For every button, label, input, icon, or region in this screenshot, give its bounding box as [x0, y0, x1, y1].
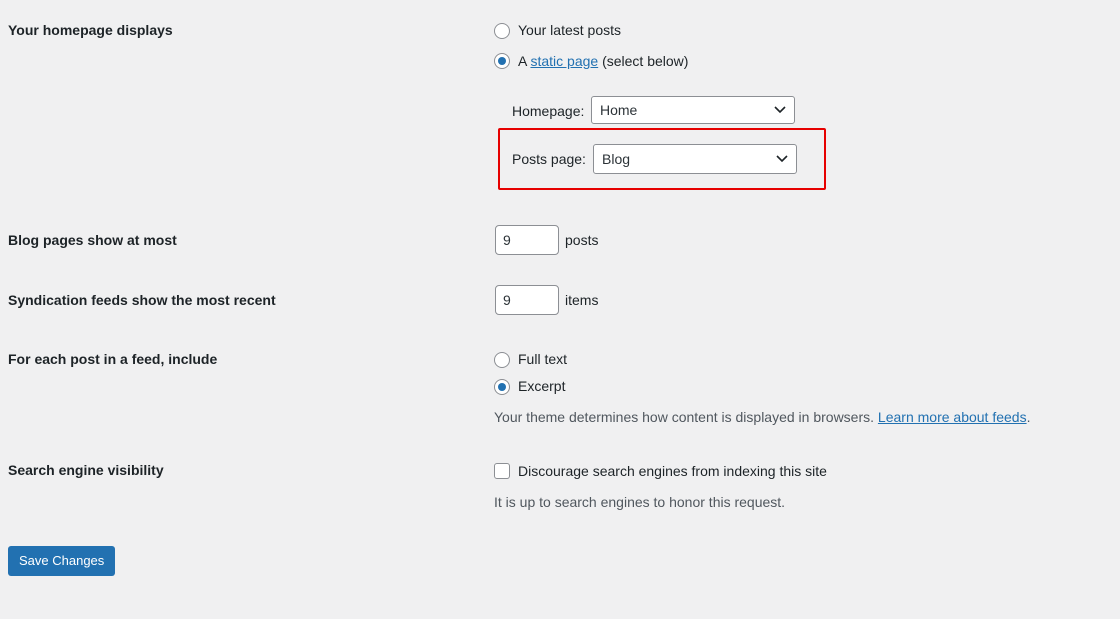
static-page-option: A static page (select below) [518, 51, 688, 71]
feed-include-label: For each post in a feed, include [8, 351, 218, 367]
excerpt-radio[interactable] [494, 379, 510, 395]
feed-description-suffix: . [1026, 409, 1031, 425]
feed-description-text: Your theme determines how content is dis… [494, 409, 875, 425]
blog-pages-input[interactable]: 9 [495, 225, 559, 255]
static-page-prefix: A [518, 53, 527, 69]
homepage-select-label: Homepage: [512, 103, 585, 119]
full-text-label[interactable]: Full text [518, 349, 567, 369]
homepage-select-value: Home [600, 102, 638, 118]
excerpt-label[interactable]: Excerpt [518, 376, 565, 396]
homepage-displays-label: Your homepage displays [8, 22, 173, 38]
discourage-search-checkbox[interactable] [494, 463, 510, 479]
latest-posts-radio[interactable] [494, 23, 510, 39]
posts-page-select[interactable]: Blog [593, 144, 797, 174]
feed-description: Your theme determines how content is dis… [494, 407, 1030, 427]
blog-pages-label: Blog pages show at most [8, 232, 177, 248]
learn-more-feeds-link[interactable]: Learn more about feeds [878, 409, 1027, 425]
syndication-label: Syndication feeds show the most recent [8, 292, 276, 308]
syndication-unit: items [565, 292, 599, 308]
search-visibility-description: It is up to search engines to honor this… [494, 494, 786, 510]
homepage-select[interactable]: Home [591, 96, 795, 124]
posts-page-select-value: Blog [602, 151, 631, 167]
blog-pages-unit: posts [565, 232, 599, 248]
search-visibility-label: Search engine visibility [8, 462, 164, 478]
chevron-down-icon [774, 106, 786, 114]
save-changes-button[interactable]: Save Changes [8, 546, 116, 576]
syndication-input[interactable]: 9 [495, 285, 559, 315]
posts-page-select-label: Posts page: [512, 151, 586, 167]
latest-posts-label[interactable]: Your latest posts [518, 20, 621, 40]
discourage-search-label[interactable]: Discourage search engines from indexing … [518, 461, 827, 481]
static-page-link[interactable]: static page [530, 53, 598, 69]
chevron-down-icon [776, 155, 788, 163]
static-page-radio[interactable] [494, 53, 510, 69]
full-text-radio[interactable] [494, 352, 510, 368]
static-page-suffix: (select below) [602, 53, 689, 69]
